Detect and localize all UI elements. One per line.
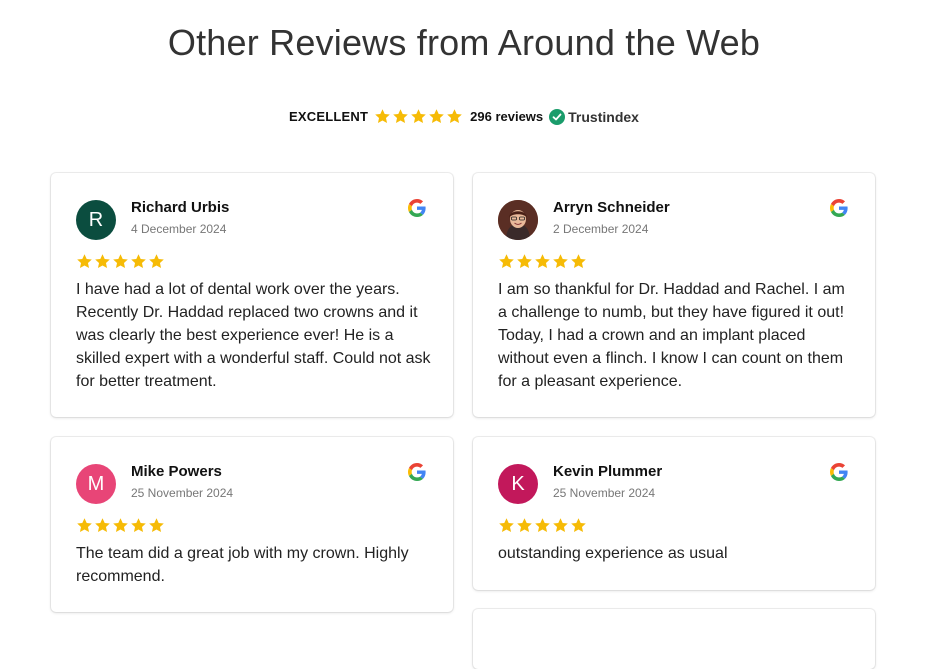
star-icon <box>517 254 532 269</box>
review-card: R Richard Urbis 4 December 2024 I have h… <box>51 173 453 417</box>
star-icon <box>517 518 532 533</box>
star-icon <box>77 518 92 533</box>
reviews-count[interactable]: 296 reviews <box>470 109 543 124</box>
review-card: Arryn Schneider 2 December 2024 I am so … <box>473 173 875 417</box>
star-icon <box>429 109 444 124</box>
star-icon <box>113 518 128 533</box>
star-icon <box>499 254 514 269</box>
profile-photo-icon <box>498 200 538 240</box>
reviewer-name[interactable]: Mike Powers <box>131 463 222 480</box>
star-icon <box>411 109 426 124</box>
avatar: M <box>76 464 116 504</box>
star-icon <box>571 254 586 269</box>
avatar: K <box>498 464 538 504</box>
star-icon <box>131 254 146 269</box>
star-icon <box>113 254 128 269</box>
review-stars <box>76 517 165 534</box>
review-card <box>473 609 875 669</box>
star-icon <box>571 518 586 533</box>
check-icon <box>549 108 566 125</box>
review-date: 4 December 2024 <box>131 222 227 236</box>
star-icon <box>149 254 164 269</box>
star-icon <box>535 254 550 269</box>
page-title: Other Reviews from Around the Web <box>167 22 761 63</box>
star-icon <box>95 254 110 269</box>
star-icon <box>77 254 92 269</box>
google-icon[interactable] <box>830 463 848 481</box>
star-icon <box>149 518 164 533</box>
review-card: M Mike Powers 25 November 2024 The team … <box>51 437 453 612</box>
review-card: K Kevin Plummer 25 November 2024 outstan… <box>473 437 875 590</box>
review-text: I have had a lot of dental work over the… <box>76 281 431 390</box>
trustindex-name: Trustindex <box>568 108 639 125</box>
star-icon <box>131 518 146 533</box>
star-icon <box>95 518 110 533</box>
avatar-initial: M <box>87 472 105 495</box>
avatar: R <box>76 200 116 240</box>
google-icon[interactable] <box>408 463 426 481</box>
review-stars <box>498 517 587 534</box>
review-stars <box>76 253 165 270</box>
google-icon[interactable] <box>830 199 848 217</box>
star-icon <box>447 109 462 124</box>
star-icon <box>553 254 568 269</box>
star-icon <box>499 518 514 533</box>
reviewer-name[interactable]: Arryn Schneider <box>553 199 670 216</box>
rating-summary[interactable]: EXCELLENT 296 reviews Trustindex <box>0 108 928 125</box>
review-stars <box>498 253 587 270</box>
avatar <box>498 200 538 240</box>
rating-label: EXCELLENT <box>289 109 369 124</box>
star-icon <box>393 109 408 124</box>
review-text: I am so thankful for Dr. Haddad and Rach… <box>498 281 845 390</box>
review-date: 25 November 2024 <box>553 486 656 500</box>
review-date: 2 December 2024 <box>553 222 649 236</box>
star-icon <box>535 518 550 533</box>
summary-stars <box>374 108 463 125</box>
reviewer-name[interactable]: Richard Urbis <box>131 199 229 216</box>
avatar-initial: R <box>88 208 104 231</box>
avatar-initial: K <box>511 472 525 495</box>
review-text: outstanding experience as usual <box>498 545 728 562</box>
review-date: 25 November 2024 <box>131 486 234 500</box>
google-icon[interactable] <box>408 199 426 217</box>
reviewer-name[interactable]: Kevin Plummer <box>553 463 662 480</box>
star-icon <box>553 518 568 533</box>
trustindex-logo[interactable]: Trustindex <box>549 108 639 125</box>
review-text: The team did a great job with my crown. … <box>76 545 409 585</box>
star-icon <box>375 109 390 124</box>
